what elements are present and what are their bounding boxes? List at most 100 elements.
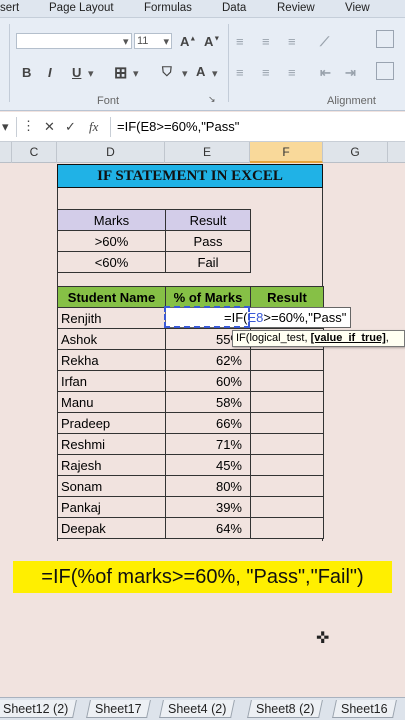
student-name-cell[interactable]: Reshmi bbox=[57, 433, 166, 455]
ribbon: ▾ 11 ▾ A▲ A▼ ≡ ≡ ≡ ⟋ B I U ▾ ⊞ ▾ ⛉ ▾ A ▾… bbox=[0, 18, 405, 111]
active-formula-cell[interactable]: =IF(E8>=60%,"Pass" bbox=[165, 307, 351, 328]
criteria-marks-cell[interactable]: <60% bbox=[57, 251, 166, 273]
result-cell[interactable] bbox=[250, 412, 324, 434]
sheet-title-cell[interactable]: IF STATEMENT IN EXCEL bbox=[57, 164, 323, 188]
student-name-cell[interactable]: Deepak bbox=[57, 517, 166, 539]
align-left-icon[interactable]: ≡ bbox=[236, 65, 244, 80]
merge-center-icon[interactable] bbox=[376, 62, 394, 80]
align-right-icon[interactable]: ≡ bbox=[288, 65, 296, 80]
student-name-cell[interactable]: Renjith bbox=[57, 307, 166, 329]
tooltip-current-arg[interactable]: [value_if_true] bbox=[311, 332, 386, 344]
criteria-header-result[interactable]: Result bbox=[165, 209, 251, 231]
cancel-icon[interactable]: ✕ bbox=[44, 119, 55, 135]
column-header-edge bbox=[388, 142, 405, 163]
percent-cell[interactable]: 39% bbox=[165, 496, 251, 518]
dialog-launcher-icon[interactable]: ↘ bbox=[208, 94, 216, 105]
group-label-font: Font bbox=[97, 95, 120, 107]
borders-icon[interactable]: ⊞ bbox=[114, 63, 127, 83]
column-header-g[interactable]: G bbox=[323, 142, 388, 163]
increase-font-icon[interactable]: A▲ bbox=[180, 34, 196, 49]
header-result[interactable]: Result bbox=[250, 286, 324, 308]
chevron-down-icon: ▾ bbox=[212, 68, 218, 80]
indent-increase-icon[interactable]: ⇥ bbox=[345, 65, 356, 81]
sheet-tab-bar: Sheet12 (2) Sheet17 Sheet4 (2) Sheet8 (2… bbox=[0, 697, 405, 720]
result-cell[interactable] bbox=[250, 370, 324, 392]
result-cell[interactable] bbox=[250, 475, 324, 497]
percent-cell[interactable]: 45% bbox=[165, 454, 251, 476]
student-name-cell[interactable]: Manu bbox=[57, 391, 166, 413]
formula-prefix: =IF( bbox=[224, 310, 248, 325]
result-cell[interactable] bbox=[250, 496, 324, 518]
criteria-marks-cell[interactable]: >60% bbox=[57, 230, 166, 252]
student-name-cell[interactable]: Pradeep bbox=[57, 412, 166, 434]
header-student-name[interactable]: Student Name bbox=[57, 286, 166, 308]
column-header-c[interactable]: C bbox=[12, 142, 57, 163]
student-name-cell[interactable]: Ashok bbox=[57, 328, 166, 350]
underline-icon[interactable]: U bbox=[72, 65, 81, 80]
sheet-tab[interactable]: Sheet16 bbox=[332, 700, 397, 718]
criteria-table: Marks Result >60% Pass <60% Fail bbox=[57, 209, 251, 273]
column-header-f[interactable]: F bbox=[250, 142, 323, 163]
chevron-down-icon: ▾ bbox=[123, 36, 129, 48]
enter-icon[interactable]: ✓ bbox=[65, 119, 76, 135]
criteria-header-marks[interactable]: Marks bbox=[57, 209, 166, 231]
wrap-text-icon[interactable] bbox=[376, 30, 394, 48]
student-name-cell[interactable]: Pankaj bbox=[57, 496, 166, 518]
tab-review[interactable]: Review bbox=[277, 2, 315, 14]
percent-cell[interactable]: 66% bbox=[165, 412, 251, 434]
align-middle-icon[interactable]: ≡ bbox=[262, 34, 270, 49]
chevron-down-icon: ▾ bbox=[163, 36, 169, 48]
fill-color-icon[interactable]: ⛉ bbox=[162, 64, 172, 80]
sheet-tab[interactable]: Sheet12 (2) bbox=[0, 700, 78, 718]
font-size-select[interactable]: 11 ▾ bbox=[134, 33, 172, 49]
orientation-icon[interactable]: ⟋ bbox=[320, 34, 329, 50]
font-color-icon[interactable]: A bbox=[196, 64, 205, 79]
more-icon: ⋮ bbox=[22, 118, 35, 133]
percent-cell[interactable]: 80% bbox=[165, 475, 251, 497]
insert-function-icon[interactable]: fx bbox=[89, 119, 98, 135]
name-box-chevron-icon[interactable]: ▾ bbox=[2, 119, 9, 135]
result-cell[interactable] bbox=[250, 433, 324, 455]
italic-icon[interactable]: I bbox=[48, 65, 52, 80]
formula-input[interactable]: =IF(E8>=60%,"Pass" bbox=[117, 119, 239, 134]
align-center-icon[interactable]: ≡ bbox=[262, 65, 270, 80]
column-header-e[interactable]: E bbox=[165, 142, 250, 163]
table-row: Sonam 80% bbox=[57, 475, 324, 497]
table-row: Pankaj 39% bbox=[57, 496, 324, 518]
tab-insert[interactable]: sert bbox=[0, 2, 19, 14]
tab-formulas[interactable]: Formulas bbox=[144, 2, 192, 14]
sheet-tab[interactable]: Sheet4 (2) bbox=[159, 700, 236, 718]
student-name-cell[interactable]: Irfan bbox=[57, 370, 166, 392]
group-label-alignment: Alignment bbox=[327, 95, 376, 107]
tab-view[interactable]: View bbox=[345, 2, 370, 14]
header-percent-marks[interactable]: % of Marks bbox=[165, 286, 251, 308]
align-top-icon[interactable]: ≡ bbox=[236, 34, 244, 49]
result-cell[interactable] bbox=[250, 391, 324, 413]
tab-page-layout[interactable]: Page Layout bbox=[49, 2, 114, 14]
font-name-select[interactable] bbox=[16, 33, 132, 49]
student-name-cell[interactable]: Sonam bbox=[57, 475, 166, 497]
percent-cell[interactable]: 58% bbox=[165, 391, 251, 413]
column-header-d[interactable]: D bbox=[57, 142, 165, 163]
function-tooltip: IF(logical_test, [value_if_true], bbox=[232, 330, 405, 347]
align-bottom-icon[interactable]: ≡ bbox=[288, 34, 296, 49]
percent-cell[interactable]: 60% bbox=[165, 370, 251, 392]
percent-cell[interactable]: 71% bbox=[165, 433, 251, 455]
bold-icon[interactable]: B bbox=[22, 65, 31, 80]
student-name-cell[interactable]: Rekha bbox=[57, 349, 166, 371]
table-row: Reshmi 71% bbox=[57, 433, 324, 455]
tab-data[interactable]: Data bbox=[222, 2, 246, 14]
result-cell[interactable] bbox=[250, 454, 324, 476]
result-cell[interactable] bbox=[250, 349, 324, 371]
percent-cell[interactable]: 64% bbox=[165, 517, 251, 539]
percent-cell[interactable]: 62% bbox=[165, 349, 251, 371]
decrease-font-icon[interactable]: A▼ bbox=[204, 34, 220, 49]
column-header-edge bbox=[0, 142, 12, 163]
criteria-result-cell[interactable]: Pass bbox=[165, 230, 251, 252]
sheet-tab[interactable]: Sheet8 (2) bbox=[247, 700, 324, 718]
student-name-cell[interactable]: Rajesh bbox=[57, 454, 166, 476]
indent-decrease-icon[interactable]: ⇤ bbox=[320, 65, 331, 81]
sheet-tab[interactable]: Sheet17 bbox=[86, 700, 151, 718]
criteria-result-cell[interactable]: Fail bbox=[165, 251, 251, 273]
result-cell[interactable] bbox=[250, 517, 324, 539]
